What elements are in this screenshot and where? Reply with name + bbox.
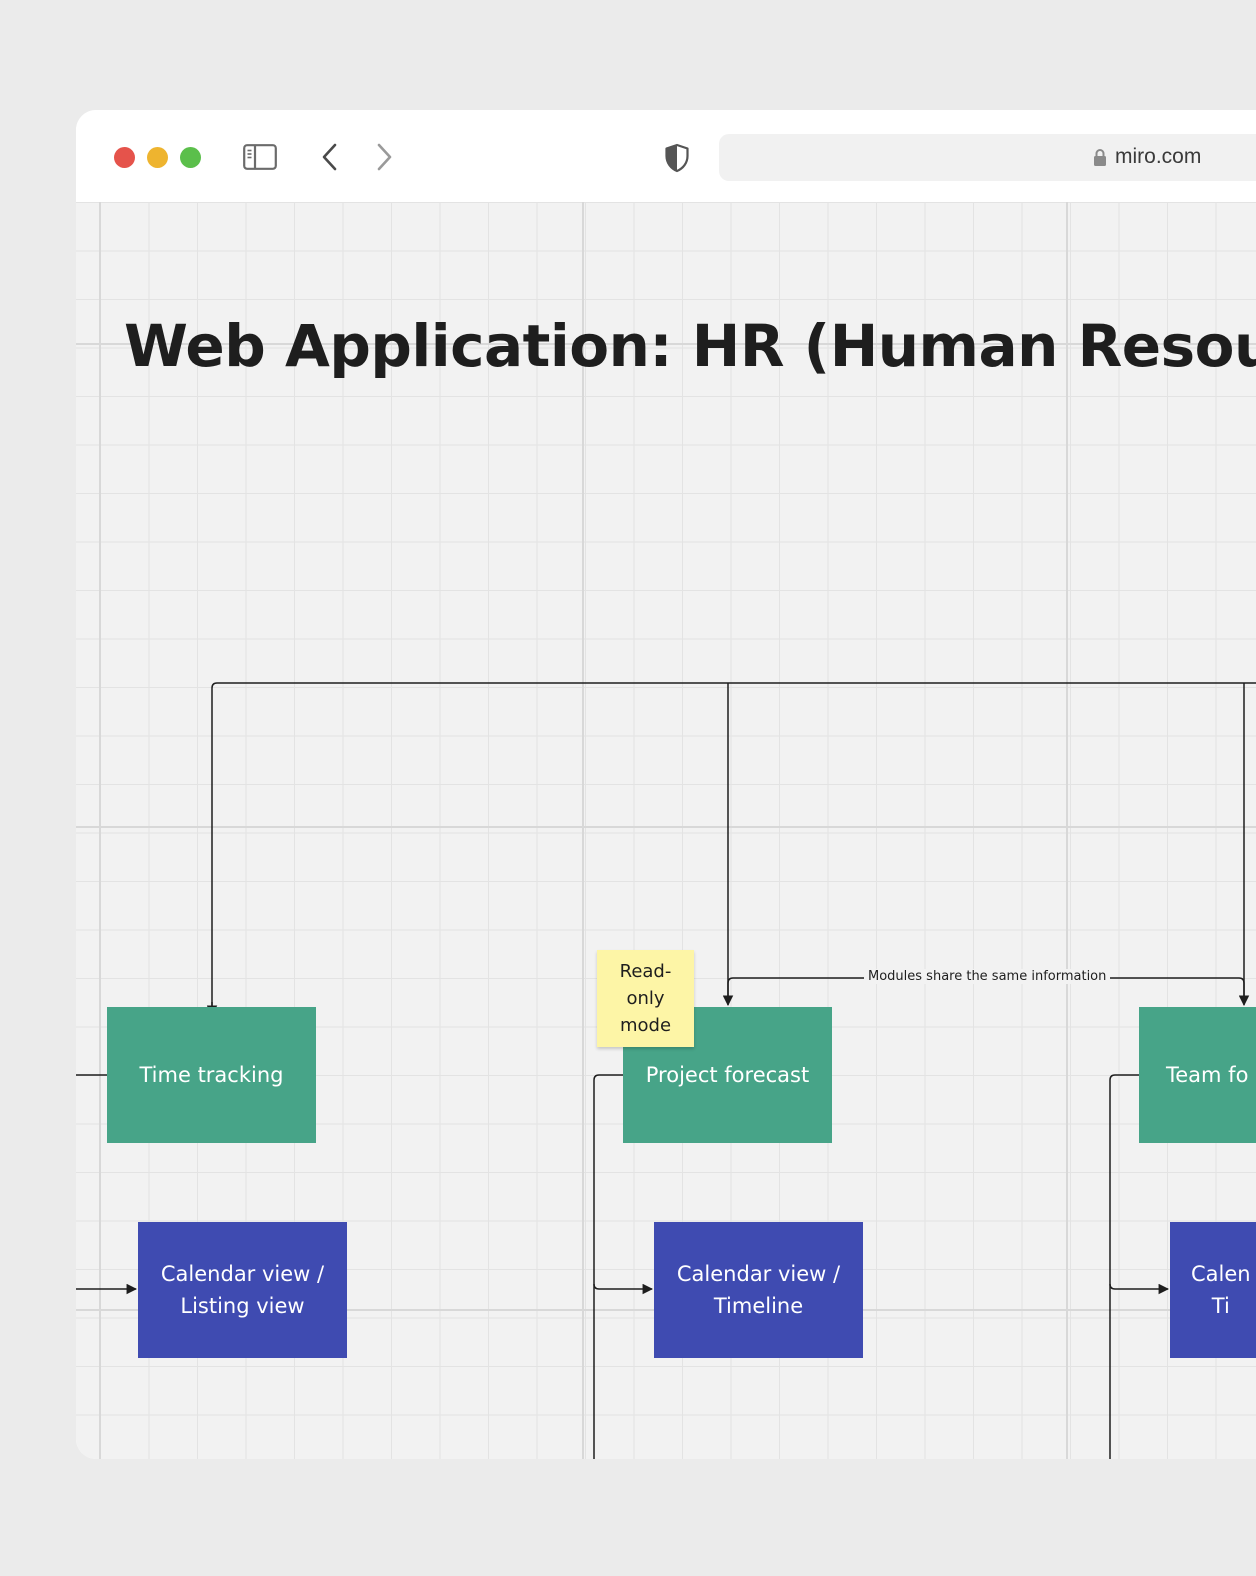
url-text: miro.com [1115,145,1202,168]
address-bar[interactable]: miro.com [719,134,1256,181]
view-calendar-timeline[interactable]: Calendar view / Timeline [654,1222,863,1358]
view-calendar-listing[interactable]: Calendar view / Listing view [138,1222,347,1358]
zoom-window-button[interactable] [180,147,201,168]
module-time-tracking[interactable]: Time tracking [107,1007,316,1143]
shield-icon[interactable] [664,143,690,178]
lock-icon [1093,148,1107,172]
sidebar-icon[interactable] [243,144,277,175]
whiteboard-canvas[interactable]: Web Application: HR (Human Resour Module… [76,202,1256,1459]
view-calendar-clipped[interactable]: Calen Ti [1170,1222,1256,1358]
close-window-button[interactable] [114,147,135,168]
minimize-window-button[interactable] [147,147,168,168]
forward-icon[interactable] [375,143,393,176]
browser-toolbar: miro.com [76,110,1256,202]
connector-label[interactable]: Modules share the same information [864,969,1111,984]
module-team-forecast[interactable]: Team fo [1139,1007,1256,1143]
sticky-note[interactable]: Read- only mode [597,950,694,1047]
back-icon[interactable] [321,143,339,176]
browser-window: miro.com Web Application: HR (Human Reso… [76,110,1256,1459]
